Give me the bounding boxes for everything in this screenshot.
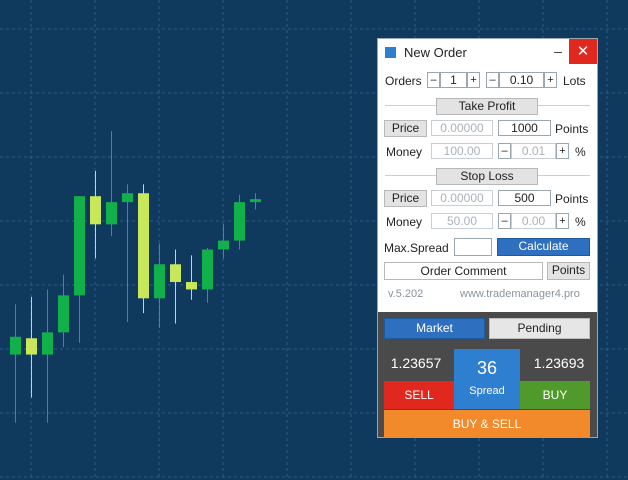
minimize-button[interactable]: – [548,40,568,62]
candle-body-bullish [74,196,85,296]
tab-pending[interactable]: Pending [489,318,590,339]
sl-percent-label: % [575,215,586,229]
tp-money-label: Money [386,145,423,159]
tp-price-input[interactable]: 0.00000 [431,120,493,136]
spread-label: Spread [469,385,505,397]
orders-decrement-button[interactable]: – [427,72,440,88]
tp-percent-input[interactable]: 0.01 [511,143,556,159]
spread-value: 36 [476,358,498,378]
close-button[interactable]: ✕ [569,39,597,64]
candle-body-bullish [106,202,117,225]
sl-percent-increment-button[interactable]: + [556,213,569,229]
points-mode-button[interactable]: Points [547,262,590,280]
sl-money-label: Money [386,215,423,229]
candle-body-bearish [26,338,37,355]
candle-body-bearish [186,282,197,290]
lots-decrement-button[interactable]: – [486,72,499,88]
candle-body-bullish [202,249,213,290]
sell-button[interactable]: SELL [384,381,454,409]
candle-body-bullish [234,202,245,241]
buy-and-sell-button[interactable]: BUY & SELL [384,410,590,438]
tp-percent-increment-button[interactable]: + [556,143,569,159]
lots-input[interactable]: 0.10 [499,72,544,88]
tp-price-button[interactable]: Price [384,120,427,137]
candle-body-bearish [138,193,149,299]
take-profit-header-button[interactable]: Take Profit [436,98,538,115]
app-icon [385,47,396,58]
candle-body-bullish [122,193,133,203]
bid-price: 1.23657 [390,355,442,371]
candle-body-bullish [218,240,229,250]
candle-body-bullish [154,264,165,299]
orders-increment-button[interactable]: + [467,72,480,88]
trade-area: Market Pending 1.23657 1.23693 36 Spread… [378,312,597,438]
new-order-panel: New Order – ✕ Orders – 1 + – 0.10 + Lots… [377,38,598,438]
tp-percent-label: % [575,145,586,159]
buy-button[interactable]: BUY [520,381,590,409]
stop-loss-header-button[interactable]: Stop Loss [436,168,538,185]
tp-points-input[interactable]: 1000 [498,120,551,136]
window-title: New Order [404,45,467,60]
candle-body-bullish [42,332,53,355]
lots-label: Lots [563,74,586,88]
sl-price-input[interactable]: 0.00000 [431,190,493,206]
sl-money-input[interactable]: 50.00 [431,213,493,229]
order-comment-input[interactable]: Order Comment [384,262,543,280]
candle-body-bearish [170,264,181,283]
website-link[interactable]: www.trademanager4.pro [460,288,580,300]
tp-percent-decrement-button[interactable]: – [498,143,511,159]
version-label: v.5.202 [388,288,424,300]
tp-money-input[interactable]: 100.00 [431,143,493,159]
candle-body-bearish [90,196,101,225]
tp-points-label: Points [555,122,589,136]
calculate-button[interactable]: Calculate [497,238,590,256]
orders-label: Orders [385,74,422,88]
sl-percent-decrement-button[interactable]: – [498,213,511,229]
max-spread-label: Max.Spread [384,241,449,255]
lots-increment-button[interactable]: + [544,72,557,88]
ask-price: 1.23693 [533,355,585,371]
sl-points-input[interactable]: 500 [498,190,551,206]
spread-display: 36 Spread [454,349,520,409]
candle-body-bullish [250,199,261,203]
max-spread-input[interactable] [454,238,492,256]
panel-titlebar[interactable]: New Order – ✕ [378,39,597,64]
sl-price-button[interactable]: Price [384,190,427,207]
tab-market[interactable]: Market [384,318,485,339]
sl-percent-input[interactable]: 0.00 [511,213,556,229]
sl-points-label: Points [555,192,589,206]
candle-body-bullish [58,295,69,333]
orders-count-input[interactable]: 1 [440,72,467,88]
candle-body-bullish [10,336,21,355]
